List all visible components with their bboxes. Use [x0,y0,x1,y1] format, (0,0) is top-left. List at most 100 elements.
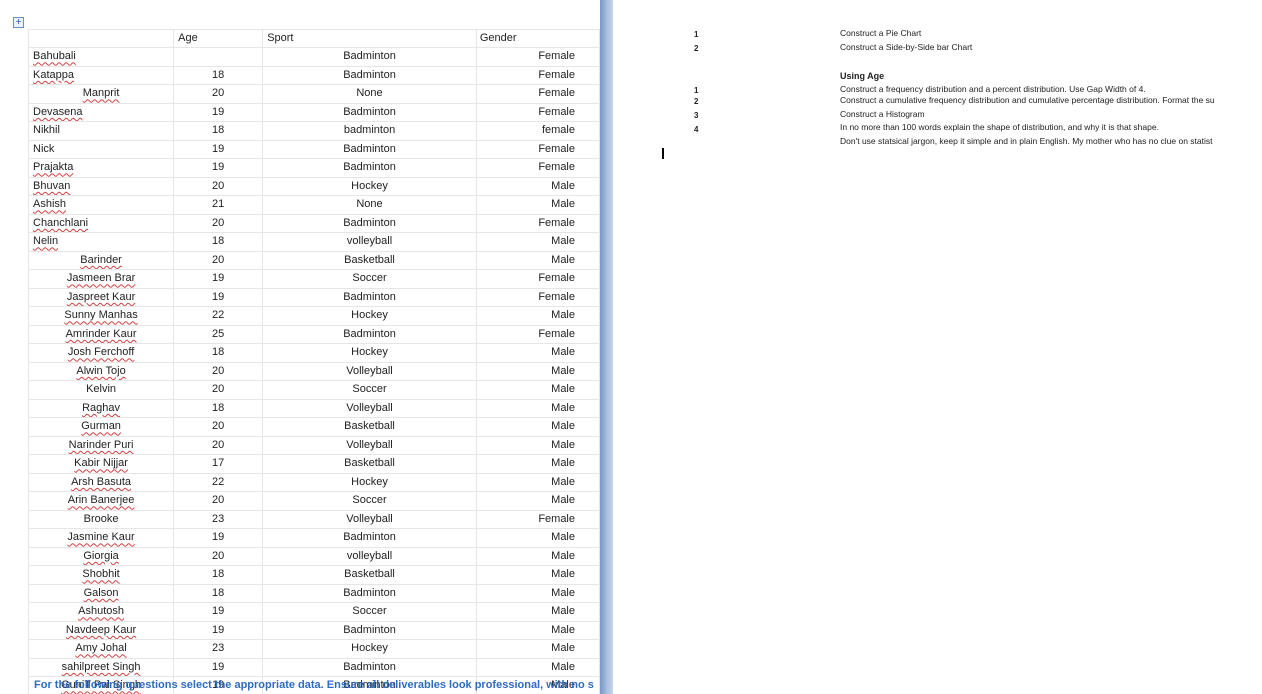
cell-gender[interactable]: Male [475,398,600,418]
cell-name[interactable]: Devasena [27,102,175,122]
cell-age[interactable]: 23 [173,509,264,529]
cell-gender[interactable]: Female [475,287,600,307]
cell-name[interactable]: Bhuvan [27,176,175,196]
cell-name[interactable]: Sunny Manhas [27,306,175,326]
cell-sport[interactable]: badminton [262,121,477,141]
cell-age[interactable]: 20 [173,213,264,233]
cell-sport[interactable]: None [262,195,477,215]
cell-sport[interactable]: Basketball [262,417,477,437]
cell-name[interactable]: Katappa [27,65,175,85]
cell-age[interactable]: 19 [173,269,264,289]
cell-gender[interactable]: Female [475,509,600,529]
cell-sport[interactable]: Hockey [262,176,477,196]
cell-name[interactable]: Nick [27,139,175,159]
cell-sport[interactable]: Badminton [262,47,477,67]
cell-sport[interactable]: Soccer [262,269,477,289]
cell-age[interactable]: 18 [173,565,264,585]
cell-age[interactable]: 20 [173,176,264,196]
cell-gender[interactable]: Female [475,158,600,178]
cell-gender[interactable]: Male [475,250,600,270]
cell-gender[interactable]: Male [475,417,600,437]
cell-name[interactable]: Ashish [27,195,175,215]
cell-age[interactable]: 18 [173,232,264,252]
cell-name[interactable]: Ashutosh [27,602,175,622]
cell-gender[interactable]: Male [475,472,600,492]
table-move-handle-icon[interactable]: + [13,17,24,28]
header-cell-sport[interactable]: Sport [262,29,477,48]
cell-age[interactable] [173,47,264,67]
cell-gender[interactable]: Female [475,269,600,289]
cell-gender[interactable]: Male [475,435,600,455]
cell-age[interactable]: 19 [173,528,264,548]
cell-age[interactable]: 22 [173,472,264,492]
cell-gender[interactable]: Male [475,583,600,603]
cell-age[interactable]: 20 [173,491,264,511]
cell-gender[interactable]: Male [475,232,600,252]
cell-name[interactable]: Manprit [27,84,175,104]
cell-sport[interactable]: Volleyball [262,435,477,455]
cell-gender[interactable]: Male [475,343,600,363]
cell-name[interactable]: Giorgia [27,546,175,566]
cell-gender[interactable]: Female [475,102,600,122]
cell-name[interactable]: Amrinder Kaur [27,324,175,344]
cell-age[interactable]: 19 [173,287,264,307]
cell-name[interactable]: Nelin [27,232,175,252]
cell-age[interactable]: 19 [173,620,264,640]
cell-sport[interactable]: Soccer [262,491,477,511]
cell-name[interactable]: Kabir Nijjar [27,454,175,474]
cell-sport[interactable]: Badminton [262,213,477,233]
cell-age[interactable]: 19 [173,657,264,677]
cell-name[interactable]: Barinder [27,250,175,270]
cell-sport[interactable]: Basketball [262,250,477,270]
cell-age[interactable]: 17 [173,454,264,474]
cell-age[interactable]: 18 [173,583,264,603]
cell-gender[interactable]: Female [475,47,600,67]
cell-age[interactable]: 19 [173,139,264,159]
cell-gender[interactable]: Female [475,213,600,233]
cell-gender[interactable]: Male [475,176,600,196]
cell-sport[interactable]: Badminton [262,324,477,344]
cell-age[interactable]: 20 [173,361,264,381]
cell-sport[interactable]: Volleyball [262,398,477,418]
cell-sport[interactable]: Badminton [262,657,477,677]
cell-age[interactable]: 20 [173,84,264,104]
cell-age[interactable]: 25 [173,324,264,344]
cell-name[interactable]: Jaspreet Kaur [27,287,175,307]
cell-age[interactable]: 20 [173,250,264,270]
cell-sport[interactable]: Hockey [262,306,477,326]
cell-sport[interactable]: Hockey [262,472,477,492]
cell-gender[interactable]: Male [475,306,600,326]
cell-gender[interactable]: Male [475,491,600,511]
cell-gender[interactable]: Male [475,454,600,474]
cell-sport[interactable]: Badminton [262,65,477,85]
cell-gender[interactable]: Female [475,84,600,104]
cell-age[interactable]: 19 [173,158,264,178]
cell-name[interactable]: Kelvin [27,380,175,400]
cell-gender[interactable]: Male [475,602,600,622]
cell-sport[interactable]: Badminton [262,583,477,603]
header-cell-name[interactable] [27,29,175,48]
cell-sport[interactable]: Hockey [262,343,477,363]
cell-name[interactable]: Josh Ferchoff [27,343,175,363]
cell-sport[interactable]: volleyball [262,232,477,252]
cell-name[interactable]: Raghav [27,398,175,418]
cell-age[interactable]: 18 [173,398,264,418]
cell-age[interactable]: 20 [173,417,264,437]
cell-gender[interactable]: Male [475,639,600,659]
cell-sport[interactable]: Badminton [262,139,477,159]
cell-sport[interactable]: Basketball [262,454,477,474]
cell-name[interactable]: Shobhit [27,565,175,585]
cell-age[interactable]: 18 [173,121,264,141]
header-cell-gender[interactable]: Gender [475,29,600,48]
cell-sport[interactable]: Basketball [262,565,477,585]
cell-gender[interactable]: Female [475,65,600,85]
cell-sport[interactable]: Badminton [262,528,477,548]
cell-sport[interactable]: Soccer [262,380,477,400]
cell-name[interactable]: sahilpreet Singh [27,657,175,677]
cell-age[interactable]: 18 [173,343,264,363]
cell-name[interactable]: Arin Banerjee [27,491,175,511]
cell-name[interactable]: Gurman [27,417,175,437]
cell-gender[interactable]: Male [475,657,600,677]
cell-gender[interactable]: Female [475,139,600,159]
cell-age[interactable]: 18 [173,65,264,85]
